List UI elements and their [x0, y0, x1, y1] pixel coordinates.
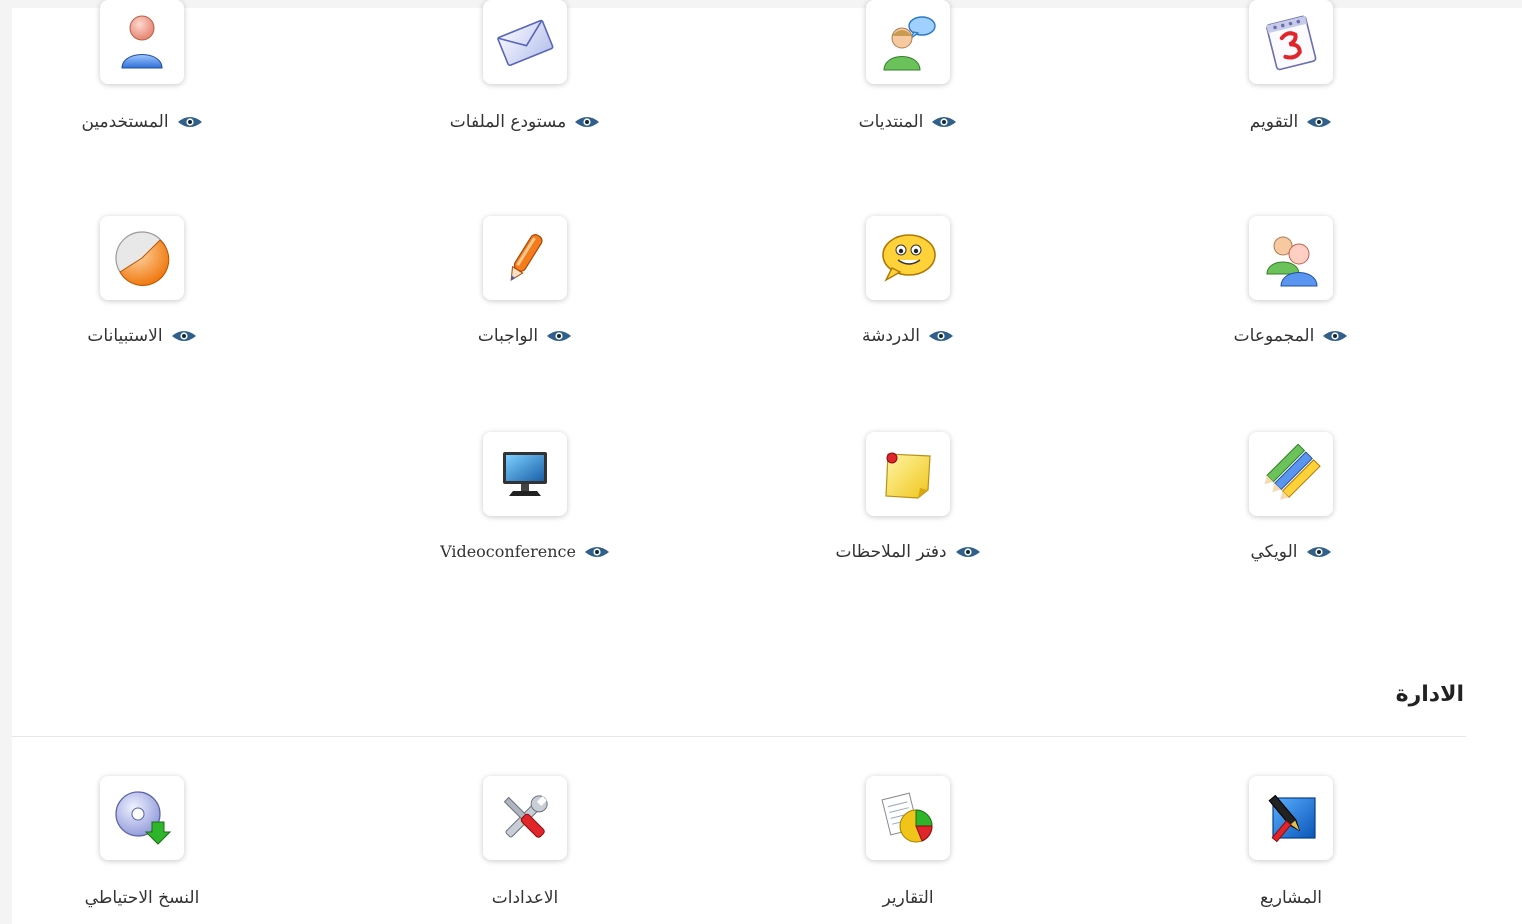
admin-projects-button[interactable]	[1249, 776, 1333, 860]
tool-forums-button[interactable]	[866, 0, 950, 84]
monitor-icon	[503, 452, 547, 496]
envelope-icon	[497, 19, 554, 67]
tool-chat-label[interactable]: الدردشة	[862, 326, 920, 346]
user-icon	[121, 15, 163, 69]
pencils-icon	[1264, 444, 1321, 500]
pen-icon	[510, 234, 543, 281]
tool-wiki-button[interactable]	[1249, 432, 1333, 516]
visibility-eye-icon[interactable]	[177, 115, 203, 129]
tool-calendar-label[interactable]: التقويم	[1250, 112, 1298, 132]
tool-assignments-button[interactable]	[483, 216, 567, 300]
tool-chat-button[interactable]	[866, 216, 950, 300]
admin-projects-label[interactable]: المشاريع	[1260, 888, 1322, 908]
projects-icon	[1268, 794, 1316, 843]
course-home-panel: المستخدمين مستودع الملفات المنتديات التق…	[12, 0, 1522, 924]
visibility-eye-icon[interactable]	[546, 329, 572, 343]
admin-section-title: الادارة	[1395, 682, 1464, 707]
tool-calendar-button[interactable]	[1249, 0, 1333, 84]
tools-icon	[503, 795, 548, 838]
tool-videoconference-button[interactable]	[483, 432, 567, 516]
tool-forums-label[interactable]: المنتديات	[859, 112, 924, 132]
backup-disc-icon	[115, 791, 172, 845]
visibility-eye-icon[interactable]	[931, 115, 957, 129]
tool-documents-button[interactable]	[483, 0, 567, 84]
visibility-eye-icon[interactable]	[955, 545, 981, 559]
admin-backup-button[interactable]	[100, 776, 184, 860]
calendar-icon	[1266, 15, 1317, 71]
groups-icon	[1266, 236, 1318, 287]
admin-reports-label[interactable]: التقارير	[882, 888, 933, 908]
section-divider	[12, 736, 1466, 737]
tool-wiki-label[interactable]: الويكي	[1251, 542, 1298, 562]
tool-groups-button[interactable]	[1249, 216, 1333, 300]
forum-icon	[883, 16, 936, 71]
visibility-eye-icon[interactable]	[1306, 115, 1332, 129]
admin-settings-button[interactable]	[483, 776, 567, 860]
tool-notebook-label[interactable]: دفتر الملاحظات	[835, 542, 946, 562]
tool-users-label[interactable]: المستخدمين	[81, 112, 168, 132]
visibility-eye-icon[interactable]	[1322, 329, 1348, 343]
visibility-eye-icon[interactable]	[1306, 545, 1332, 559]
sticky-note-icon	[885, 452, 931, 499]
admin-backup-label[interactable]: النسخ الاحتياطي	[85, 888, 200, 908]
admin-reports-button[interactable]	[866, 776, 950, 860]
tool-documents-label[interactable]: مستودع الملفات	[450, 112, 566, 132]
tool-surveys-label[interactable]: الاستبيانات	[87, 326, 162, 346]
tool-assignments-label[interactable]: الواجبات	[478, 326, 538, 346]
tool-notebook-button[interactable]	[866, 432, 950, 516]
chat-smiley-icon	[882, 234, 936, 282]
visibility-eye-icon[interactable]	[574, 115, 600, 129]
visibility-eye-icon[interactable]	[928, 329, 954, 343]
tool-surveys-button[interactable]	[100, 216, 184, 300]
visibility-eye-icon[interactable]	[171, 329, 197, 343]
visibility-eye-icon[interactable]	[584, 545, 610, 559]
survey-pie-icon	[115, 231, 170, 286]
tool-videoconference-label[interactable]: Videoconference	[440, 542, 576, 561]
reports-icon	[881, 792, 933, 843]
tool-users-button[interactable]	[100, 0, 184, 84]
tool-groups-label[interactable]: المجموعات	[1234, 326, 1315, 346]
admin-settings-label[interactable]: الاعدادات	[492, 888, 559, 908]
